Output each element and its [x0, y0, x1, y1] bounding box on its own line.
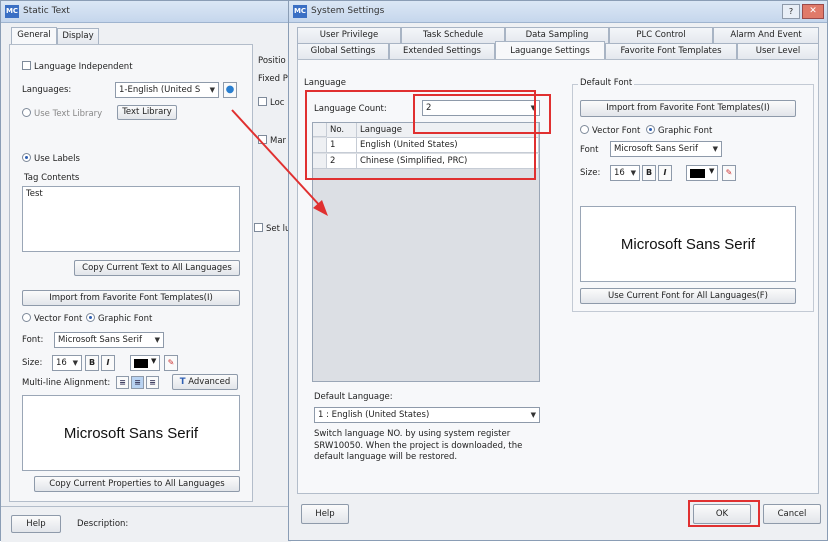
annotation-arrow	[231, 109, 328, 216]
